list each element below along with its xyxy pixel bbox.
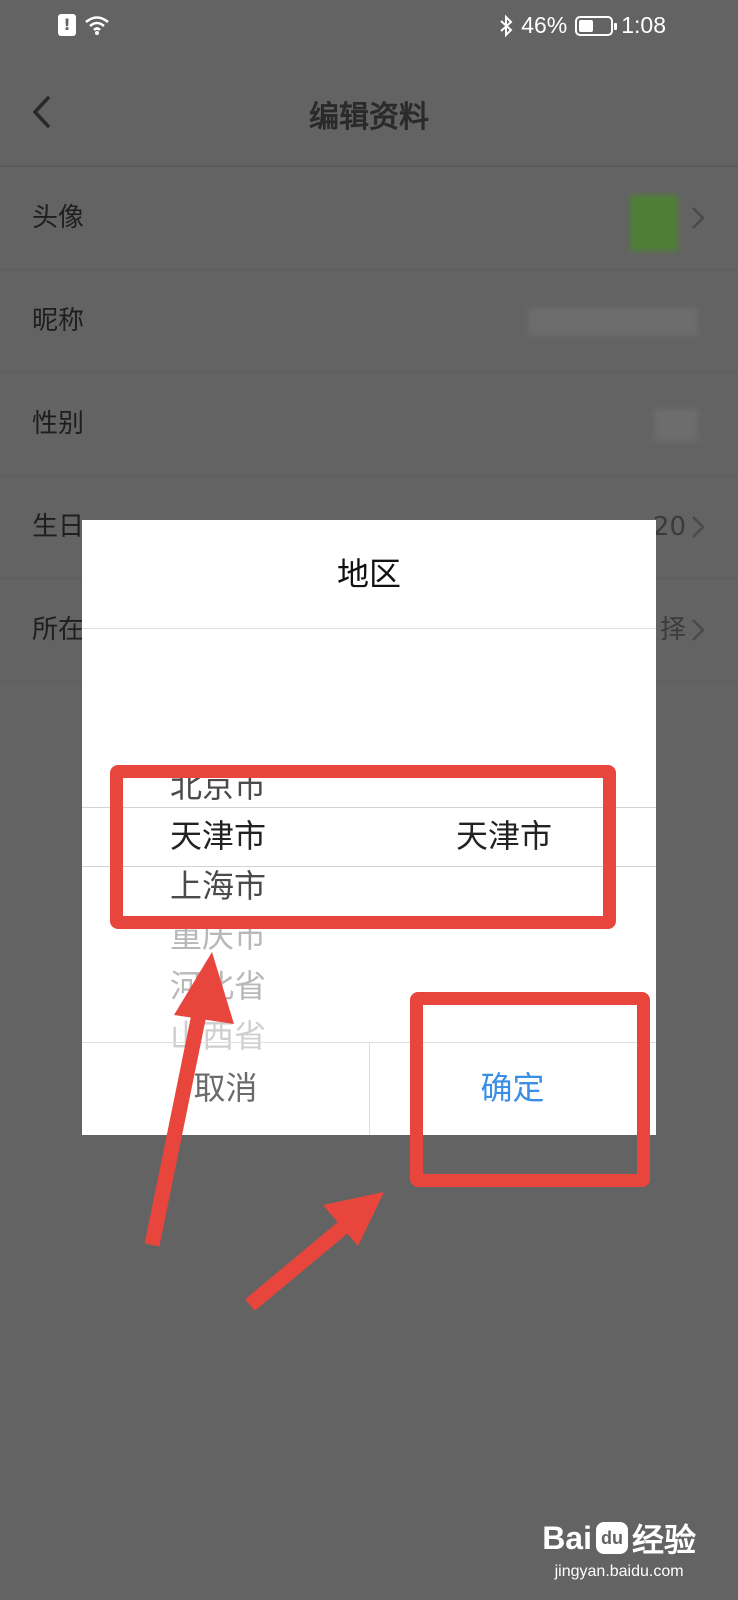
watermark: Bai du 经验 jingyan.baidu.com xyxy=(542,1515,696,1581)
arrow-up-right-icon xyxy=(245,1192,384,1311)
nickname-value xyxy=(528,308,698,336)
battery-percent: 46% xyxy=(521,12,568,38)
watermark-brand: Bai xyxy=(542,1519,592,1556)
status-bar: ! 46% 1:08 xyxy=(0,0,738,56)
battery-icon xyxy=(575,15,618,36)
dialog-title: 地区 xyxy=(336,555,401,593)
row-label: 性别 xyxy=(32,409,85,439)
status-left: ! xyxy=(58,14,110,36)
chevron-right-icon xyxy=(692,516,705,538)
title-divider xyxy=(82,628,656,629)
row-nickname[interactable]: 昵称 xyxy=(0,270,738,373)
status-right: 46% 1:08 xyxy=(499,12,666,39)
cancel-button[interactable]: 取消 xyxy=(82,1042,369,1135)
chevron-right-icon xyxy=(692,207,705,229)
row-gender[interactable]: 性别 xyxy=(0,373,738,476)
watermark-logo: Bai du 经验 xyxy=(542,1515,696,1561)
paw-icon: du xyxy=(595,1522,628,1554)
alert-icon: ! xyxy=(58,14,76,36)
annotation-box-picker xyxy=(110,765,616,929)
row-avatar[interactable]: 头像 xyxy=(0,167,738,270)
bluetooth-icon xyxy=(500,14,513,37)
row-label: 所在 xyxy=(32,615,85,645)
watermark-url: jingyan.baidu.com xyxy=(554,1563,684,1580)
chevron-right-icon xyxy=(692,619,705,641)
page-title: 编辑资料 xyxy=(309,100,429,135)
gender-value xyxy=(654,409,698,441)
battery-fill xyxy=(579,19,594,32)
app-bar: 编辑资料 xyxy=(0,56,738,166)
annotation-box-confirm xyxy=(410,992,650,1187)
wifi-icon xyxy=(85,16,109,35)
birthday-value: 20 xyxy=(652,512,686,542)
row-label: 生日 xyxy=(32,512,85,542)
avatar xyxy=(630,195,678,251)
province-option[interactable]: 河北省 xyxy=(170,966,266,1006)
watermark-brand-suffix: 经验 xyxy=(631,1522,696,1558)
status-time: 1:08 xyxy=(621,12,666,38)
location-value: 择 xyxy=(659,615,686,645)
row-label: 昵称 xyxy=(32,306,85,336)
row-label: 头像 xyxy=(32,203,85,233)
